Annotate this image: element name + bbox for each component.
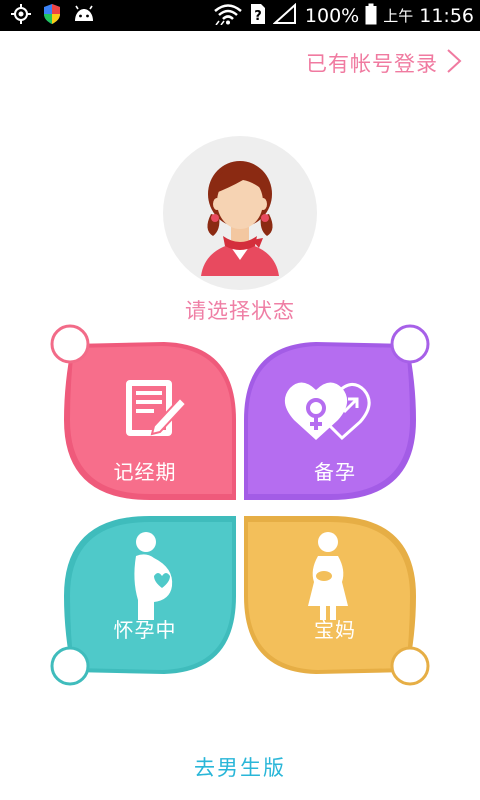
- svg-text:?: ?: [254, 9, 262, 24]
- battery-icon: [365, 3, 377, 29]
- avatar: [163, 136, 317, 290]
- chevron-right-icon: [446, 48, 462, 78]
- option-mother-label: 宝妈: [314, 618, 356, 642]
- signal-icon: [272, 2, 299, 29]
- gps-icon: [10, 3, 32, 29]
- status-options: 记经期 备孕 怀孕中 宝妈: [0, 320, 480, 690]
- option-pregnant-label: 怀孕中: [113, 618, 177, 642]
- girl-avatar-icon: [201, 161, 279, 276]
- battery-percent: 100%: [304, 4, 360, 27]
- shield-icon: [42, 3, 62, 29]
- option-period-label: 记经期: [113, 460, 177, 484]
- android-icon: [72, 4, 96, 28]
- status-ampm: 上午: [383, 7, 414, 25]
- wifi-icon: [213, 3, 243, 29]
- option-period[interactable]: 记经期: [50, 324, 240, 510]
- option-pregnant[interactable]: 怀孕中: [50, 510, 240, 690]
- status-bar: ? 100% 上午 11:56: [0, 0, 480, 31]
- login-label: 已有帐号登录: [306, 52, 438, 76]
- option-trying-to-conceive[interactable]: 备孕: [240, 324, 430, 510]
- login-link[interactable]: 已有帐号登录: [306, 48, 462, 78]
- no-sim-icon: ?: [249, 3, 267, 29]
- switch-to-male-version[interactable]: 去男生版: [0, 752, 480, 782]
- status-time: 11:56: [419, 4, 474, 27]
- option-trying-label: 备孕: [314, 460, 356, 484]
- option-mother[interactable]: 宝妈: [240, 510, 430, 690]
